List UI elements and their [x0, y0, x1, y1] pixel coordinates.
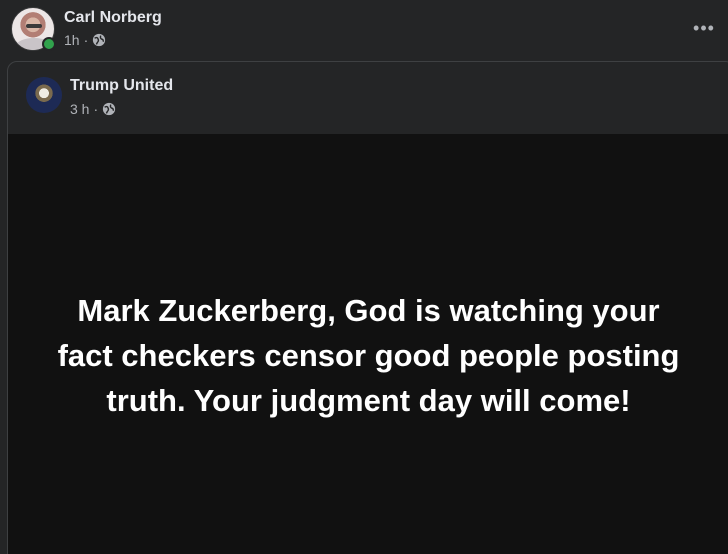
post-time[interactable]: 1h: [64, 32, 80, 48]
facebook-post: Carl Norberg 1h · ••• Trump United 3 h ·: [0, 0, 728, 554]
meta-separator: ·: [83, 32, 89, 48]
page-avatar[interactable]: [26, 77, 62, 113]
shared-post-time[interactable]: 3 h: [70, 101, 89, 117]
post-header: Carl Norberg 1h · •••: [0, 0, 728, 60]
meta-separator: ·: [93, 101, 99, 117]
shared-post-header: Trump United 3 h ·: [8, 62, 728, 134]
post-meta: 1h ·: [64, 32, 106, 48]
online-status-indicator: [42, 37, 56, 51]
avatar-glasses: [26, 24, 42, 28]
globe-icon[interactable]: [102, 102, 116, 116]
shared-post-meta: 3 h ·: [70, 101, 116, 117]
post-text: Mark Zuckerberg, God is watching your fa…: [57, 292, 680, 418]
text-post-card[interactable]: Mark Zuckerberg, God is watching your fa…: [8, 134, 728, 554]
author-name[interactable]: Carl Norberg: [64, 9, 162, 27]
page-name[interactable]: Trump United: [70, 77, 173, 95]
shared-post[interactable]: Trump United 3 h · Mark Zuckerberg, God …: [7, 61, 728, 554]
more-options-button[interactable]: •••: [690, 14, 718, 42]
globe-icon[interactable]: [92, 33, 106, 47]
